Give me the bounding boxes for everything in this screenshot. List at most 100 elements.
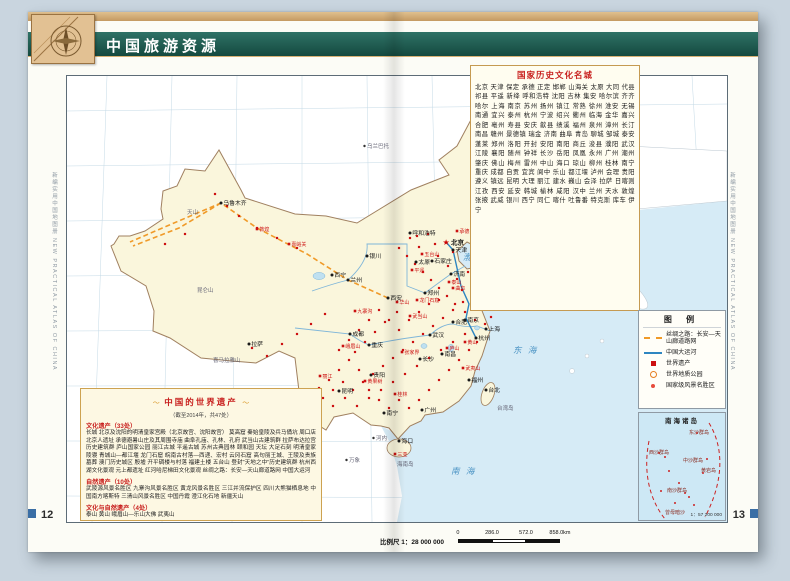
- page-number-right: 13: [732, 509, 745, 521]
- scenic-site-label: 平遥: [414, 267, 424, 274]
- city-label: 海口: [401, 437, 413, 445]
- site-marker: [397, 328, 401, 332]
- city-label: 重庆: [371, 341, 383, 349]
- world-heritage-title-text: 中国的世界遗产: [164, 397, 238, 407]
- scenic-site-marker: [461, 366, 465, 370]
- scenic-site-label: 桂林: [397, 391, 407, 398]
- canal-symbol-icon: [643, 349, 663, 357]
- city-label: 贵阳: [373, 371, 385, 379]
- ryukyu-island: [569, 368, 575, 374]
- city-dot: [463, 318, 467, 322]
- site-marker: [437, 378, 441, 382]
- atlas-spread: 中国旅游资源 敦煌 嘉峪关 五台山 平遥 承德 泰山 曲阜 龙门石窟 华山 黄山…: [28, 12, 758, 552]
- inset-island-label: 中沙群岛: [683, 458, 704, 464]
- island-dot: [668, 470, 670, 472]
- island-dot: [706, 458, 708, 460]
- page-corner-square-right: [750, 509, 758, 518]
- city-dot: [397, 439, 401, 443]
- scenic-site-label: 三亚: [397, 452, 407, 458]
- city-dot: [430, 259, 434, 263]
- city-label: 福州: [471, 376, 483, 384]
- city-label: 南京: [467, 316, 479, 324]
- scenic-site-label: 丽江: [322, 373, 332, 380]
- legend-item-label: 丝绸之路：长安—天山廊道路网: [666, 331, 721, 346]
- ryukyu-island: [584, 353, 590, 359]
- city-label: 呼和浩特: [412, 229, 435, 237]
- site-marker: [377, 308, 381, 312]
- island-dot: [660, 490, 662, 492]
- legend-box: 图 例 丝绸之路：长安—天山廊道路网 中国大运河 世界遗产 世界地质公园 国家级风景名胜…: [638, 310, 726, 409]
- scenic-site-label: 敦煌: [259, 226, 269, 233]
- scenic-site-marker: [255, 227, 259, 231]
- compass-icon: [33, 16, 82, 62]
- page-number-left: 12: [41, 509, 54, 521]
- city-dot: [474, 336, 478, 340]
- city-dot: [382, 411, 386, 415]
- city-dot: [414, 260, 418, 264]
- legend-title: 图 例: [643, 314, 721, 328]
- scenic-site-label: 五台山: [424, 251, 439, 258]
- city-dot: [451, 248, 455, 252]
- site-marker: [353, 350, 357, 354]
- scale-segments: [457, 539, 560, 543]
- scenic-site-label: 黄山: [467, 339, 477, 346]
- site-marker: [489, 315, 493, 319]
- city-label: 乌鲁木齐: [223, 199, 246, 207]
- scenic-site-marker: [363, 379, 367, 383]
- site-marker: [163, 242, 167, 246]
- site-marker: [408, 236, 412, 240]
- scenic-site-marker: [451, 286, 455, 290]
- city-label: 兰州: [350, 276, 362, 284]
- historic-cities-box: 国家历史文化名城 北京 天津 保定 承德 正定 邯郸 山海关 太原 大同 代县 …: [470, 65, 640, 311]
- scenic-site-marker: [410, 268, 414, 272]
- site-marker: [237, 214, 241, 218]
- scenic-site-marker: [445, 346, 449, 350]
- scale-tick-label: 858.0km: [549, 530, 571, 536]
- site-marker: [405, 254, 409, 258]
- city-label: 银川: [369, 252, 381, 260]
- geo-label: 台湾岛: [497, 404, 514, 412]
- scale-tick-label: 572.0: [519, 530, 533, 536]
- historic-cities-title: 国家历史文化名城: [516, 70, 593, 80]
- scenic-site-marker: [393, 452, 397, 456]
- scenic-site-marker: [447, 280, 451, 284]
- site-marker: [323, 312, 327, 316]
- scenic-site-marker: [318, 374, 322, 378]
- side-text-left: 新编实用中国地图册 NEW PRACTICAL ATLAS OF CHINA: [51, 172, 57, 372]
- site-marker: [357, 328, 361, 332]
- site-marker: [417, 245, 421, 249]
- site-marker: [391, 380, 395, 384]
- site-marker: [337, 348, 341, 352]
- site-marker: [295, 332, 299, 336]
- legend-item: 国家级风景名胜区: [643, 382, 721, 390]
- inset-island-label: 曾母暗沙: [665, 510, 686, 516]
- page-corner-square-left: [28, 509, 36, 518]
- scenic-site-label: 峨眉山: [345, 343, 360, 350]
- site-marker: [397, 398, 401, 402]
- city-label: 杭州: [478, 334, 490, 342]
- city-dot: [330, 273, 334, 277]
- legend-item-label: 国家级风景名胜区: [666, 381, 715, 389]
- scenic-site-label: 龙门石窟: [419, 297, 439, 304]
- silk-symbol-icon: [643, 334, 663, 342]
- scenic-site-marker: [341, 344, 345, 348]
- site-marker: [457, 358, 461, 362]
- city-dot: [369, 373, 373, 377]
- site-marker: [445, 294, 449, 298]
- legend-item-label: 中国大运河: [666, 348, 697, 356]
- town-dot: [372, 436, 375, 440]
- site-marker: [331, 388, 335, 392]
- geo-label: 海南岛: [397, 460, 414, 468]
- site-marker: [183, 232, 187, 236]
- city-dot: [484, 327, 488, 331]
- scenic-site-label: 泰山: [451, 279, 461, 286]
- city-dot: [467, 378, 471, 382]
- legend-item-label: 世界遗产: [666, 359, 691, 367]
- site-marker: [451, 340, 455, 344]
- geo-label: 乌兰巴托: [367, 142, 390, 150]
- scenic-site-label: 九寨沟: [357, 308, 372, 315]
- ornament-right: ～: [242, 400, 250, 407]
- site-marker: [275, 236, 279, 240]
- site-marker: [427, 388, 431, 392]
- town-dot: [345, 458, 348, 462]
